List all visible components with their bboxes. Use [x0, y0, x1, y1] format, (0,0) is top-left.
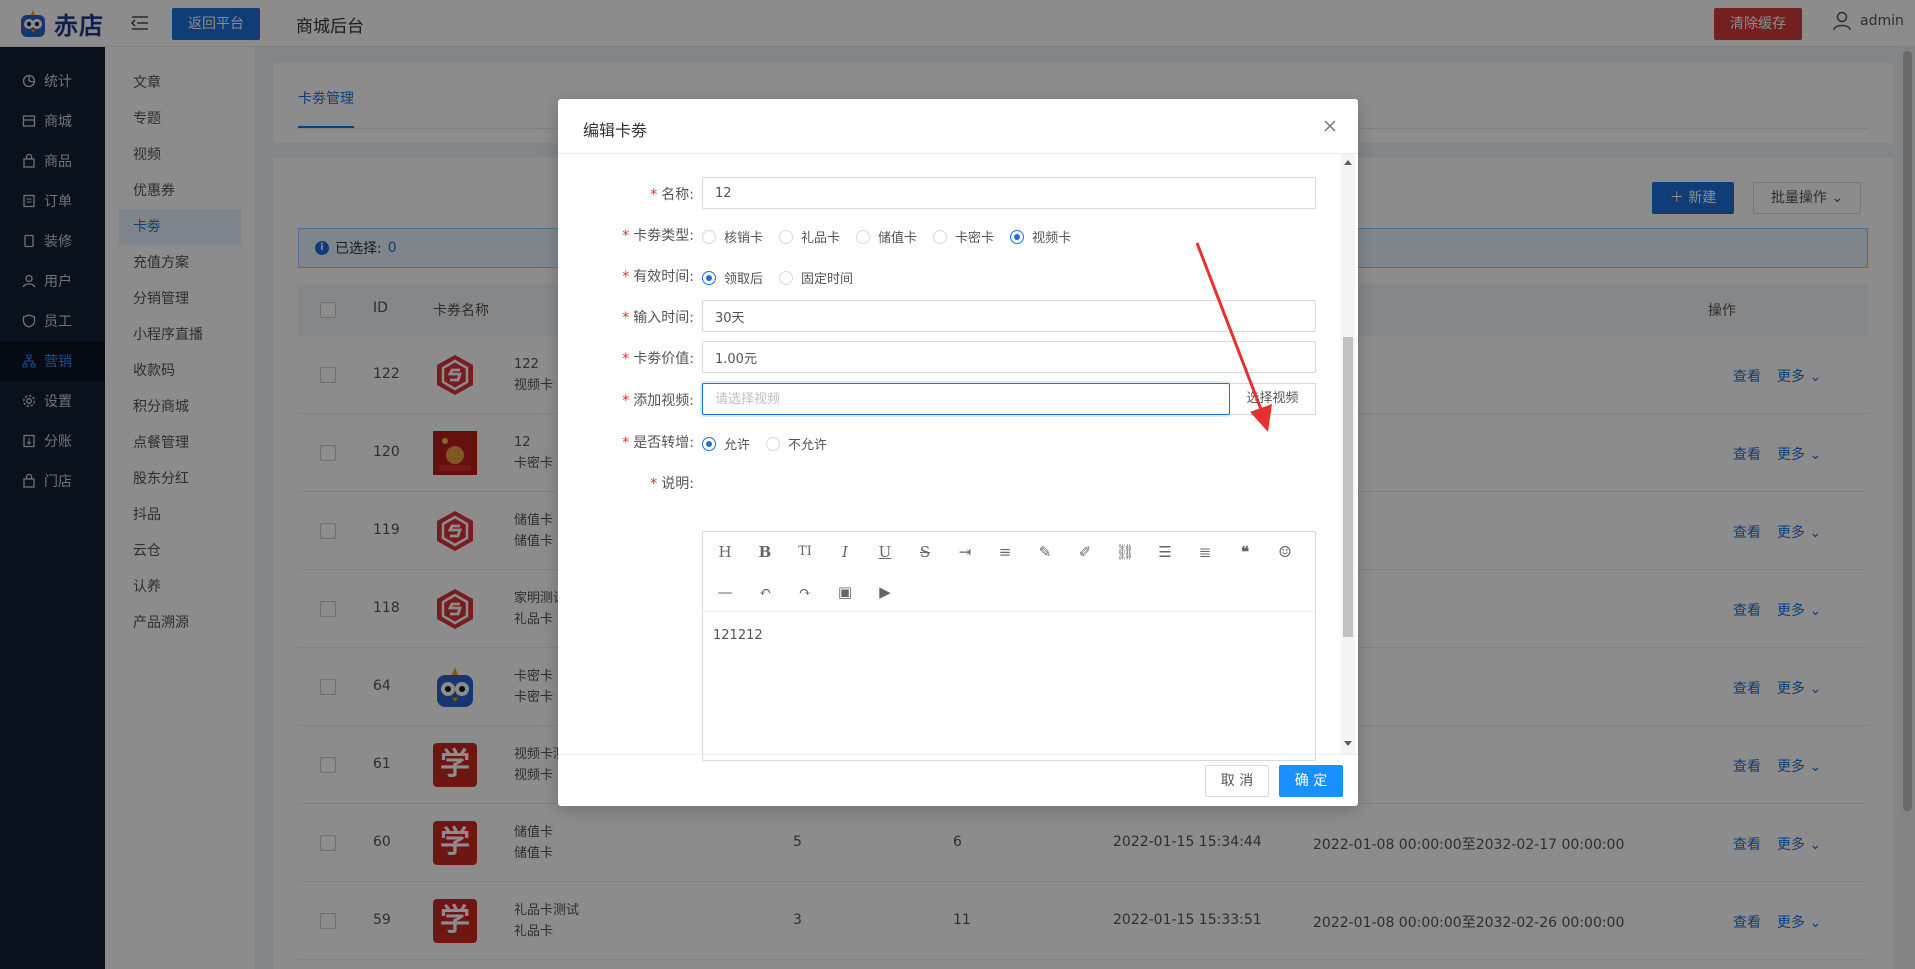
- card-value-field[interactable]: [702, 341, 1316, 373]
- radio-video-card[interactable]: 视频卡: [1010, 227, 1071, 246]
- radio-secret-card[interactable]: 卡密卡: [933, 227, 994, 246]
- modal-title: 编辑卡劵: [583, 121, 648, 140]
- emoji-icon[interactable]: ☺: [1275, 542, 1295, 562]
- redo-icon[interactable]: ↷: [795, 582, 815, 602]
- validity-label: * 有效时间:: [622, 269, 694, 285]
- modal-header: 编辑卡劵: [558, 99, 1358, 154]
- input-time-label: * 输入时间:: [622, 310, 694, 326]
- indent-icon[interactable]: ⇥: [955, 542, 975, 562]
- radio-stored-value-card[interactable]: 储值卡: [856, 227, 917, 246]
- modal-scrollbar-thumb[interactable]: [1343, 337, 1353, 637]
- undo-icon[interactable]: ↶: [755, 582, 775, 602]
- confirm-button[interactable]: 确 定: [1279, 765, 1343, 797]
- font-size-icon[interactable]: TI: [795, 542, 815, 562]
- pencil-icon[interactable]: ✎: [1035, 542, 1055, 562]
- radio-gift-card[interactable]: 礼品卡: [779, 227, 840, 246]
- radio-verify-card[interactable]: 核销卡: [702, 227, 763, 246]
- line-height-icon[interactable]: ≡: [995, 542, 1015, 562]
- description-label: * 说明:: [650, 476, 694, 492]
- link-icon[interactable]: ⛓: [1115, 542, 1135, 562]
- radio-allow[interactable]: 允许: [702, 434, 750, 453]
- transfer-label: * 是否转增:: [622, 435, 694, 451]
- image-icon[interactable]: ▣: [835, 582, 855, 602]
- strikethrough-icon[interactable]: S: [915, 542, 935, 562]
- modal-body: *名称: *卡劵类型: 核销卡 礼品卡 储值卡 卡密卡 视频卡 *有效时间: 领…: [558, 154, 1358, 761]
- add-video-label: * 添加视频:: [622, 393, 694, 409]
- radio-fixed-time[interactable]: 固定时间: [779, 268, 853, 287]
- bold-icon[interactable]: B: [755, 542, 775, 562]
- transfer-radio-group: 允许 不允许: [702, 434, 843, 453]
- card-type-radio-group: 核销卡 礼品卡 储值卡 卡密卡 视频卡: [702, 227, 1087, 246]
- scroll-up-icon[interactable]: [1344, 160, 1352, 165]
- modal-scrollbar[interactable]: [1341, 154, 1355, 754]
- video-input[interactable]: [702, 383, 1230, 415]
- list-icon[interactable]: ☰: [1155, 542, 1175, 562]
- cancel-button[interactable]: 取 消: [1205, 765, 1269, 797]
- brush-icon[interactable]: ✐: [1075, 542, 1095, 562]
- rich-text-editor: H B TI I U S ⇥ ≡ ✎ ✐ ⛓ ☰ ≣ ❝ ☺ — ↶ ↷ ▣ ▶: [702, 531, 1316, 761]
- editor-toolbar: H B TI I U S ⇥ ≡ ✎ ✐ ⛓ ☰ ≣ ❝ ☺ — ↶ ↷ ▣ ▶: [703, 532, 1315, 612]
- italic-icon[interactable]: I: [835, 542, 855, 562]
- name-label: * 名称:: [650, 187, 694, 203]
- underline-icon[interactable]: U: [875, 542, 895, 562]
- quote-icon[interactable]: ❝: [1235, 542, 1255, 562]
- align-icon[interactable]: ≣: [1195, 542, 1215, 562]
- radio-disallow[interactable]: 不允许: [766, 434, 827, 453]
- card-value-label: * 卡劵价值:: [622, 351, 694, 367]
- select-video-button[interactable]: 选择视频: [1230, 383, 1316, 415]
- video-icon[interactable]: ▶: [875, 582, 895, 602]
- scroll-down-icon[interactable]: [1344, 741, 1352, 746]
- radio-after-receive[interactable]: 领取后: [702, 268, 763, 287]
- divider-icon[interactable]: —: [715, 582, 735, 602]
- input-time-field[interactable]: [702, 300, 1316, 332]
- name-input[interactable]: [702, 177, 1316, 209]
- card-type-label: * 卡劵类型:: [622, 228, 694, 244]
- close-icon[interactable]: [1322, 118, 1338, 134]
- editor-content[interactable]: 121212: [713, 628, 763, 643]
- modal-footer: 取 消 确 定: [558, 754, 1358, 806]
- heading-icon[interactable]: H: [715, 542, 735, 562]
- validity-radio-group: 领取后 固定时间: [702, 268, 869, 287]
- edit-card-modal: 编辑卡劵 *名称: *卡劵类型: 核销卡 礼品卡 储值卡 卡密卡 视频卡 *有效…: [558, 99, 1358, 806]
